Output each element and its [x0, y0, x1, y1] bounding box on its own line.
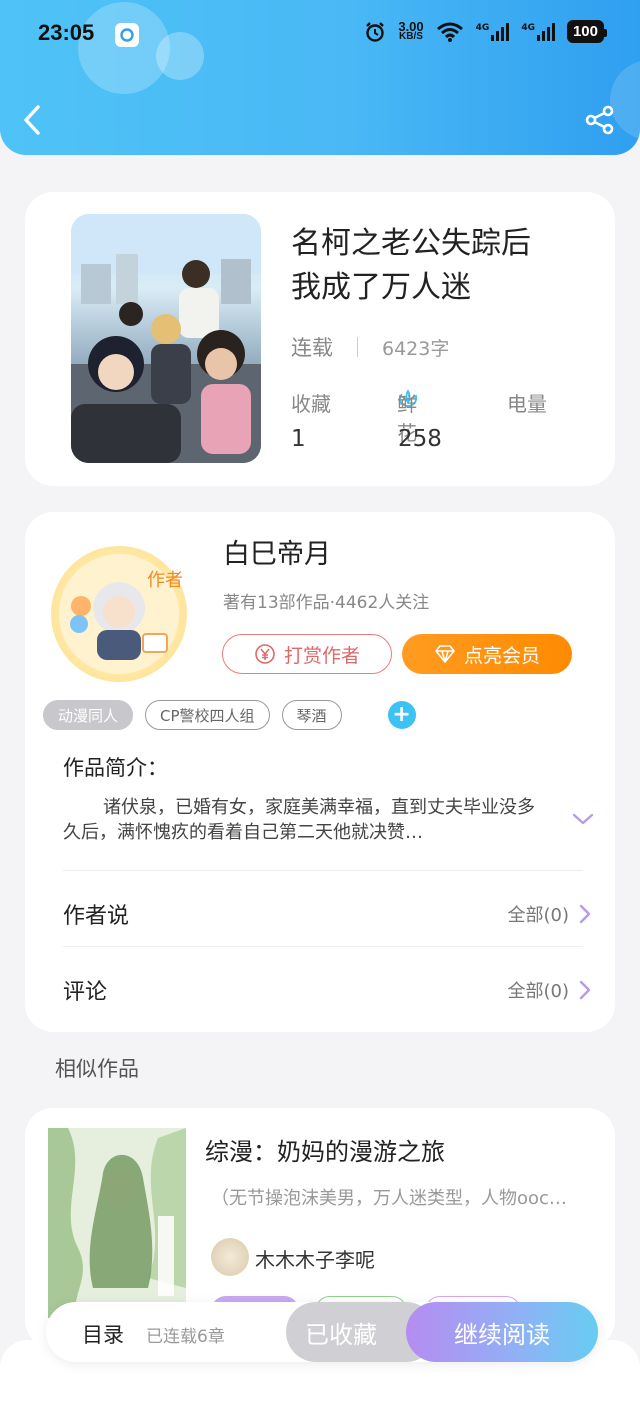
comments-row[interactable]: 评论 全部(0)	[63, 970, 591, 1010]
chevron-right-icon	[579, 980, 591, 1000]
author-card: 作者 白巳帝月 著有13部作品·4462人关注 打赏作者 点亮会员 动漫同人 C…	[25, 512, 615, 1032]
tag-list: 动漫同人 CP警校四人组 琴酒 +	[43, 700, 416, 730]
alarm-icon	[366, 21, 385, 42]
tip-author-label: 打赏作者	[283, 644, 360, 667]
author-says-label: 作者说	[63, 904, 130, 929]
comments-value: 全部(0)	[508, 977, 592, 1003]
signal-icon-2: 4G	[521, 22, 555, 41]
bottom-action-bar: 目录 已连载6章 已收藏 继续阅读	[46, 1302, 598, 1362]
stats-values: 1 258	[291, 426, 591, 456]
book-cover-image[interactable]	[71, 214, 261, 463]
back-button[interactable]	[22, 102, 52, 138]
author-avatar[interactable]: 作者	[51, 546, 187, 682]
continue-reading-button[interactable]: 继续阅读	[406, 1302, 598, 1362]
flowers-stat[interactable]: 鲜花	[397, 388, 419, 445]
status-time: 23:05	[38, 20, 95, 45]
yen-coin-icon	[255, 644, 275, 664]
share-button[interactable]	[584, 104, 616, 136]
chapter-count: 已连载6章	[146, 1327, 225, 1347]
similar-author-avatar	[211, 1238, 249, 1276]
book-meta: 连载 6423字	[291, 332, 449, 362]
diamond-icon	[435, 645, 455, 663]
expand-intro-button[interactable]	[571, 810, 595, 828]
intro-text[interactable]: 诸伏泉，已婚有女，家庭美满幸福，直到丈夫毕业没多久后，满怀愧疚的看着自己第二天他…	[63, 795, 543, 845]
battery-indicator: 100	[566, 20, 608, 43]
app-notification-icon	[115, 23, 139, 47]
author-says-row[interactable]: 作者说 全部(0)	[63, 894, 591, 934]
favorites-label: 收藏	[291, 392, 331, 416]
wifi-icon	[436, 22, 463, 42]
chevron-down-icon	[572, 813, 594, 825]
power-label: 电量	[507, 392, 547, 416]
header: 23:05 3.00 KB/S 4G 4G 100	[0, 0, 640, 155]
serial-status: 连载	[291, 336, 333, 360]
word-count: 6423字	[382, 337, 450, 360]
net-speed: 3.00 KB/S	[398, 18, 424, 42]
status-icons: 3.00 KB/S 4G 4G 100	[364, 18, 608, 43]
stats-labels: 收藏 鲜花 电量	[291, 388, 591, 445]
author-badge-text: 作者	[147, 570, 183, 591]
signal-icon-1: 4G	[476, 22, 510, 41]
comments-label: 评论	[63, 980, 108, 1005]
tip-author-button[interactable]: 打赏作者	[222, 634, 392, 674]
tag-item[interactable]: CP警校四人组	[145, 700, 270, 730]
favorites-value: 1	[291, 426, 306, 452]
similar-book-cover[interactable]	[48, 1128, 186, 1318]
chevron-left-icon	[24, 105, 40, 135]
flowers-value: 258	[398, 426, 442, 452]
add-tag-button[interactable]: +	[387, 701, 416, 729]
book-title: 名柯之老公失踪后 我成了万人迷	[291, 226, 531, 305]
similar-book-title[interactable]: 综漫：奶妈的漫游之旅	[205, 1132, 445, 1167]
vip-button[interactable]: 点亮会员	[402, 634, 572, 674]
similar-author-name: 木木木子李呢	[255, 1248, 375, 1272]
meta-divider	[357, 337, 358, 357]
similar-heading: 相似作品	[55, 1057, 139, 1081]
divider	[63, 946, 583, 947]
author-name[interactable]: 白巳帝月	[223, 532, 331, 571]
toc-button[interactable]: 目录	[82, 1319, 124, 1349]
intro-label: 作品简介：	[63, 756, 168, 780]
book-info-card: 名柯之老公失踪后 我成了万人迷 连载 6423字 收藏 鲜花 电量 1 258	[25, 192, 615, 486]
author-says-value: 全部(0)	[508, 901, 592, 927]
divider	[63, 870, 583, 871]
share-icon	[585, 105, 614, 135]
vip-label: 点亮会员	[463, 644, 540, 667]
chevron-right-icon	[579, 904, 591, 924]
tag-item[interactable]: 动漫同人	[43, 700, 134, 730]
status-bar: 23:05 3.00 KB/S 4G 4G 100	[0, 0, 640, 70]
tag-item[interactable]: 琴酒	[281, 700, 342, 730]
similar-book-desc: （无节操泡沫美男，万人迷类型，人物ooc…	[211, 1188, 567, 1209]
author-summary: 著有13部作品·4462人关注	[223, 593, 430, 613]
